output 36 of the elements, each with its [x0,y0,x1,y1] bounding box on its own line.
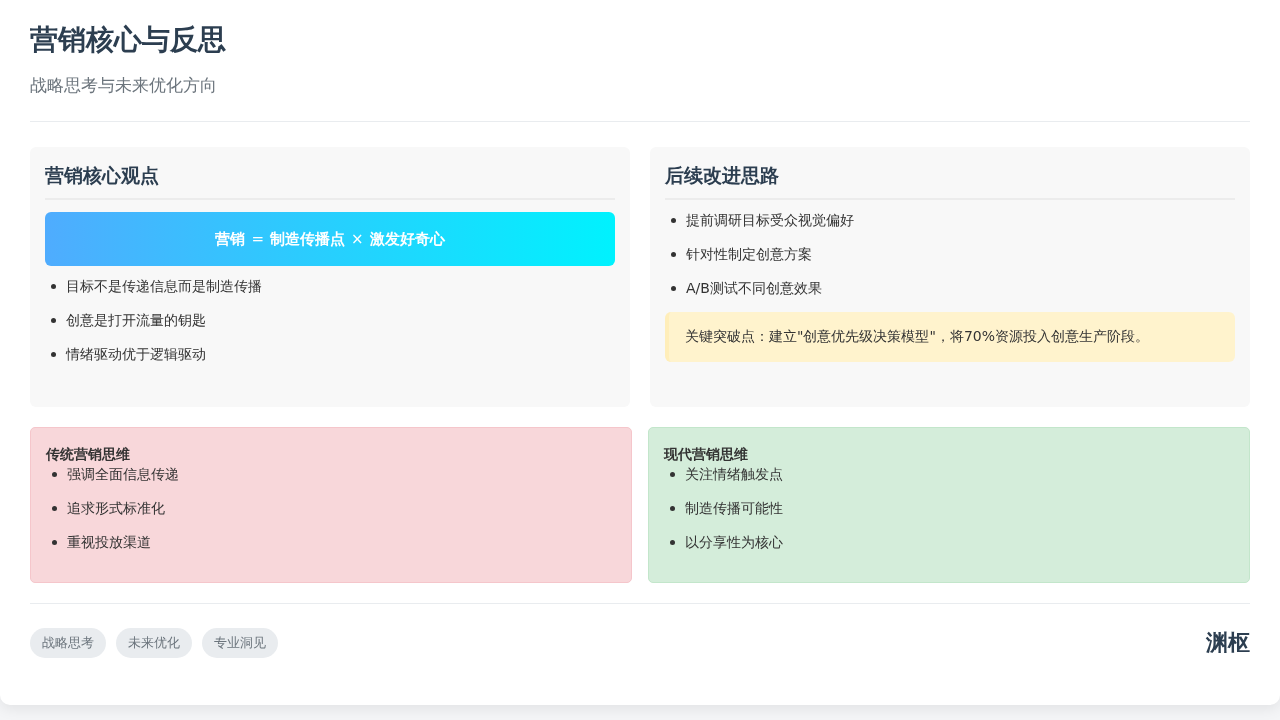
formula-banner: 营销 = 制造传播点 × 激发好奇心 [45,212,615,266]
page-title: 营销核心与反思 [30,22,227,58]
list-item: 目标不是传递信息而是制造传播 [66,277,262,296]
list-item: 提前调研目标受众视觉偏好 [686,211,854,230]
list-item: 制造传播可能性 [685,499,783,518]
list-item: 情绪驱动优于逻辑驱动 [66,345,206,364]
bullet-icon [51,317,56,323]
bullet-icon [51,283,56,289]
bullet-icon [52,505,57,511]
comparison-title: 传统营销思维 [46,446,131,464]
tag: 未来优化 [116,628,192,658]
tag: 战略思考 [30,628,106,658]
brand-logo: 渊枢 [1206,628,1250,657]
list-item: 创意是打开流量的钥匙 [66,311,206,330]
bullet-icon [671,251,676,257]
comparison-title: 现代营销思维 [664,446,749,464]
list-item: 追求形式标准化 [67,499,165,518]
panel-title: 营销核心观点 [45,163,615,200]
bullet-icon [670,505,675,511]
list-item: 重视投放渠道 [67,533,151,552]
bullet-icon [52,471,57,477]
bullet-icon [51,351,56,357]
list-item: 关注情绪触发点 [685,465,783,484]
panel-title: 后续改进思路 [665,163,1235,200]
bullet-icon [52,539,57,545]
list-item: 针对性制定创意方案 [686,245,812,264]
bullet-icon [670,539,675,545]
highlight-note: 关键突破点：建立"创意优先级决策模型"，将70%资源投入创意生产阶段。 [665,312,1235,362]
list-item: 以分享性为核心 [685,533,783,552]
bullet-icon [671,285,676,291]
list-item: A/B测试不同创意效果 [686,279,822,298]
bullet-icon [670,471,675,477]
list-item: 强调全面信息传递 [67,465,179,484]
tag: 专业洞见 [202,628,278,658]
bullet-icon [671,217,676,223]
page-subtitle: 战略思考与未来优化方向 [30,74,218,97]
